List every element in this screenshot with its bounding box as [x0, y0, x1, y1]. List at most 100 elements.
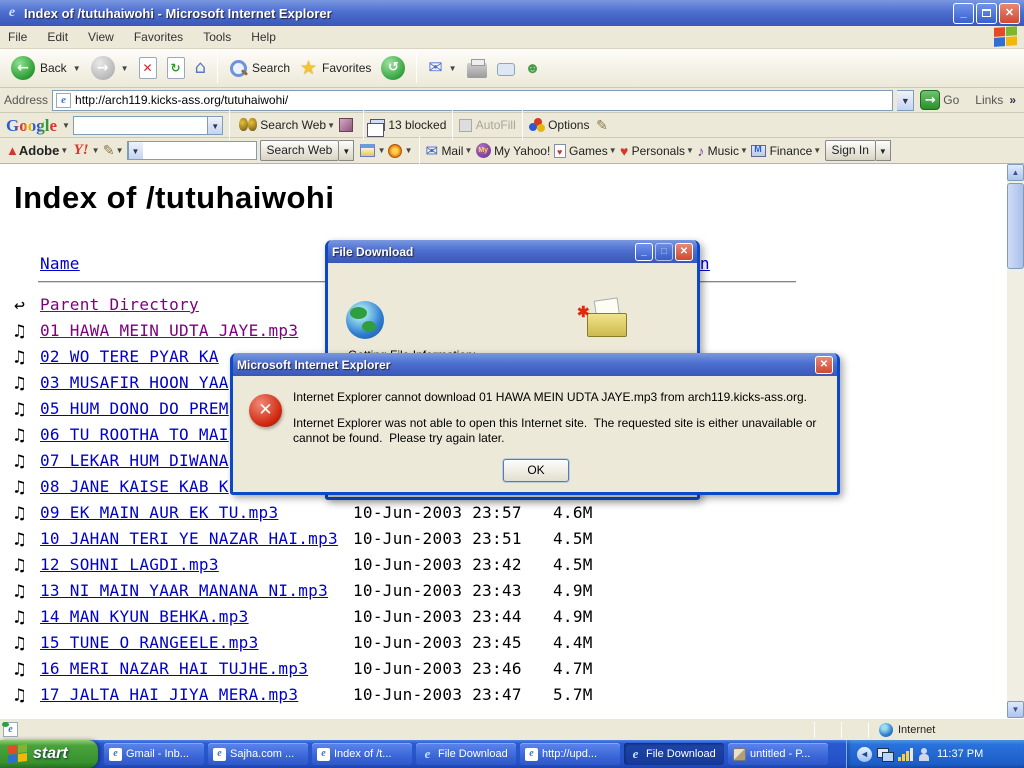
tray-collapse-icon[interactable]: ◄	[857, 747, 872, 762]
pencil-dropdown-icon[interactable]: ▼	[116, 146, 124, 155]
bookmarks-icon[interactable]	[360, 144, 375, 157]
messenger-tray-icon[interactable]	[918, 748, 930, 761]
personals-button[interactable]: Personals	[632, 144, 685, 158]
scrollbar-thumb[interactable]	[1007, 183, 1024, 269]
yahoo-dropdown-icon[interactable]: ▼	[92, 146, 100, 155]
favorites-button[interactable]: ★ Favorites	[295, 55, 376, 82]
history-button[interactable]: ↺	[376, 54, 410, 82]
clock[interactable]: 11:37 PM	[937, 748, 983, 760]
signal-bars-icon[interactable]	[898, 748, 913, 761]
file-link[interactable]: 17 JALTA HAI JIYA MERA.mp3	[40, 682, 353, 708]
back-dropdown-icon[interactable]: ▼	[73, 64, 81, 73]
forward-dropdown-icon[interactable]: ▼	[121, 64, 129, 73]
file-link[interactable]: 12 SOHNI LAGDI.mp3	[40, 552, 353, 578]
mail-dropdown-icon[interactable]: ▼	[449, 64, 457, 73]
title-bar[interactable]: e Index of /tutuhaiwohi - Microsoft Inte…	[0, 0, 1024, 26]
dialog-minimize-button[interactable]: _	[635, 243, 653, 261]
task-button-index[interactable]: eIndex of /t...	[312, 743, 412, 765]
music-dropdown-icon[interactable]: ▼	[740, 146, 748, 155]
adobe-dropdown-icon[interactable]: ▼	[60, 146, 68, 155]
menu-file[interactable]: File	[8, 30, 27, 44]
name-column-header[interactable]: Name	[40, 254, 80, 273]
ok-button[interactable]: OK	[503, 459, 569, 482]
task-button-untitled-paint[interactable]: untitled - P...	[728, 743, 828, 765]
file-download-title-bar[interactable]: File Download _ □ ✕	[328, 240, 697, 263]
task-button-sajha[interactable]: eSajha.com ...	[208, 743, 308, 765]
games-button[interactable]: Games	[569, 144, 608, 158]
games-dropdown-icon[interactable]: ▼	[609, 146, 617, 155]
yahoo-mail-button[interactable]: Mail	[441, 144, 463, 158]
error-title-bar[interactable]: Microsoft Internet Explorer ✕	[233, 353, 837, 376]
finance-dropdown-icon[interactable]: ▼	[813, 146, 821, 155]
go-button[interactable]: → Go	[920, 90, 959, 110]
minimize-button[interactable]: _	[953, 3, 974, 24]
home-button[interactable]: ⌂	[190, 55, 211, 81]
highlighter-icon[interactable]: ✎	[596, 117, 608, 134]
sign-in-button[interactable]: Sign In	[825, 140, 876, 161]
forward-button[interactable]: → ▼	[86, 54, 134, 82]
google-search-web-button[interactable]: Search Web	[260, 118, 326, 132]
menu-tools[interactable]: Tools	[203, 30, 231, 44]
print-button[interactable]	[462, 57, 492, 80]
error-close-button[interactable]: ✕	[815, 356, 833, 374]
address-input[interactable]: e http://arch119.kicks-ass.org/tutuhaiwo…	[52, 90, 893, 111]
links-label[interactable]: Links	[975, 93, 1003, 107]
google-logo[interactable]: Google	[6, 113, 57, 138]
dialog-maximize-button[interactable]: □	[655, 243, 673, 261]
task-button-gmail[interactable]: eGmail - Inb...	[104, 743, 204, 765]
options-button[interactable]: Options	[548, 118, 589, 132]
mail-dropdown-icon[interactable]: ▼	[464, 146, 472, 155]
google-dropdown-icon[interactable]: ▼	[62, 121, 70, 130]
bookmarks-dropdown-icon[interactable]: ▼	[378, 146, 386, 155]
network-icon[interactable]	[877, 748, 893, 761]
search-button[interactable]: Search	[224, 57, 295, 79]
menu-favorites[interactable]: Favorites	[134, 30, 183, 44]
music-button[interactable]: Music	[708, 144, 739, 158]
blocked-count-button[interactable]: 13 blocked	[388, 118, 446, 132]
adobe-button[interactable]: Adobe	[19, 143, 59, 158]
vertical-scrollbar[interactable]: ▲ ▼	[1007, 164, 1024, 718]
task-button-file-download-1[interactable]: eFile Download	[416, 743, 516, 765]
file-link[interactable]: 09 EK MAIN AUR EK TU.mp3	[40, 500, 353, 526]
personals-dropdown-icon[interactable]: ▼	[686, 146, 694, 155]
address-dropdown-icon[interactable]: ▼	[897, 90, 914, 111]
start-button[interactable]: start	[0, 740, 98, 768]
task-button-file-download-2[interactable]: eFile Download	[624, 743, 724, 765]
file-link[interactable]: 13 NI MAIN YAAR MANANA NI.mp3	[40, 578, 353, 604]
scroll-up-icon[interactable]: ▲	[1007, 164, 1024, 181]
file-link[interactable]: 15 TUNE O RANGEELE.mp3	[40, 630, 353, 656]
file-link[interactable]: 01 HAWA MEIN UDTA JAYE.mp3	[40, 318, 353, 344]
menu-edit[interactable]: Edit	[47, 30, 68, 44]
messenger-button[interactable]: ☻	[520, 58, 546, 79]
yahoo-search-web-button[interactable]: Search Web	[260, 140, 340, 161]
yahoo-pencil-icon[interactable]: ✎	[103, 142, 115, 159]
links-chevron-icon[interactable]: »	[1009, 93, 1016, 107]
hotjobs-dropdown-icon[interactable]: ▼	[405, 146, 413, 155]
autofill-button[interactable]: AutoFill	[476, 118, 516, 132]
file-link[interactable]: 10 JAHAN TERI YE NAZAR HAI.mp3	[40, 526, 353, 552]
yahoo-logo[interactable]: Y!	[74, 142, 89, 159]
stop-button[interactable]: ✕	[134, 55, 162, 81]
dialog-close-button[interactable]: ✕	[675, 243, 693, 261]
file-link[interactable]: Parent Directory	[40, 292, 353, 318]
mail-button[interactable]: ✉ ▼	[423, 56, 461, 80]
refresh-button[interactable]: ↻	[162, 55, 190, 81]
hotjobs-icon[interactable]	[388, 144, 402, 158]
yahoo-search-web-dropdown-icon[interactable]: ▼	[339, 140, 354, 161]
task-button-http-upd[interactable]: ehttp://upd...	[520, 743, 620, 765]
finance-button[interactable]: Finance	[770, 144, 813, 158]
close-button[interactable]: ✕	[999, 3, 1020, 24]
my-yahoo-button[interactable]: My Yahoo!	[494, 144, 550, 158]
menu-view[interactable]: View	[88, 30, 114, 44]
google-input-dropdown-icon[interactable]: ▼	[207, 117, 222, 134]
sign-in-dropdown-icon[interactable]: ▼	[876, 140, 891, 161]
restore-button[interactable]	[976, 3, 997, 24]
google-search-input[interactable]: ▼	[73, 116, 223, 135]
yahoo-search-input[interactable]: ▼	[127, 141, 257, 160]
back-button[interactable]: ← Back ▼	[6, 54, 86, 82]
file-link[interactable]: 16 MERI NAZAR HAI TUJHE.mp3	[40, 656, 353, 682]
google-search-web-dropdown-icon[interactable]: ▼	[327, 121, 335, 130]
file-link[interactable]: 14 MAN KYUN BEHKA.mp3	[40, 604, 353, 630]
pagerank-icon[interactable]	[339, 118, 353, 132]
menu-help[interactable]: Help	[251, 30, 276, 44]
